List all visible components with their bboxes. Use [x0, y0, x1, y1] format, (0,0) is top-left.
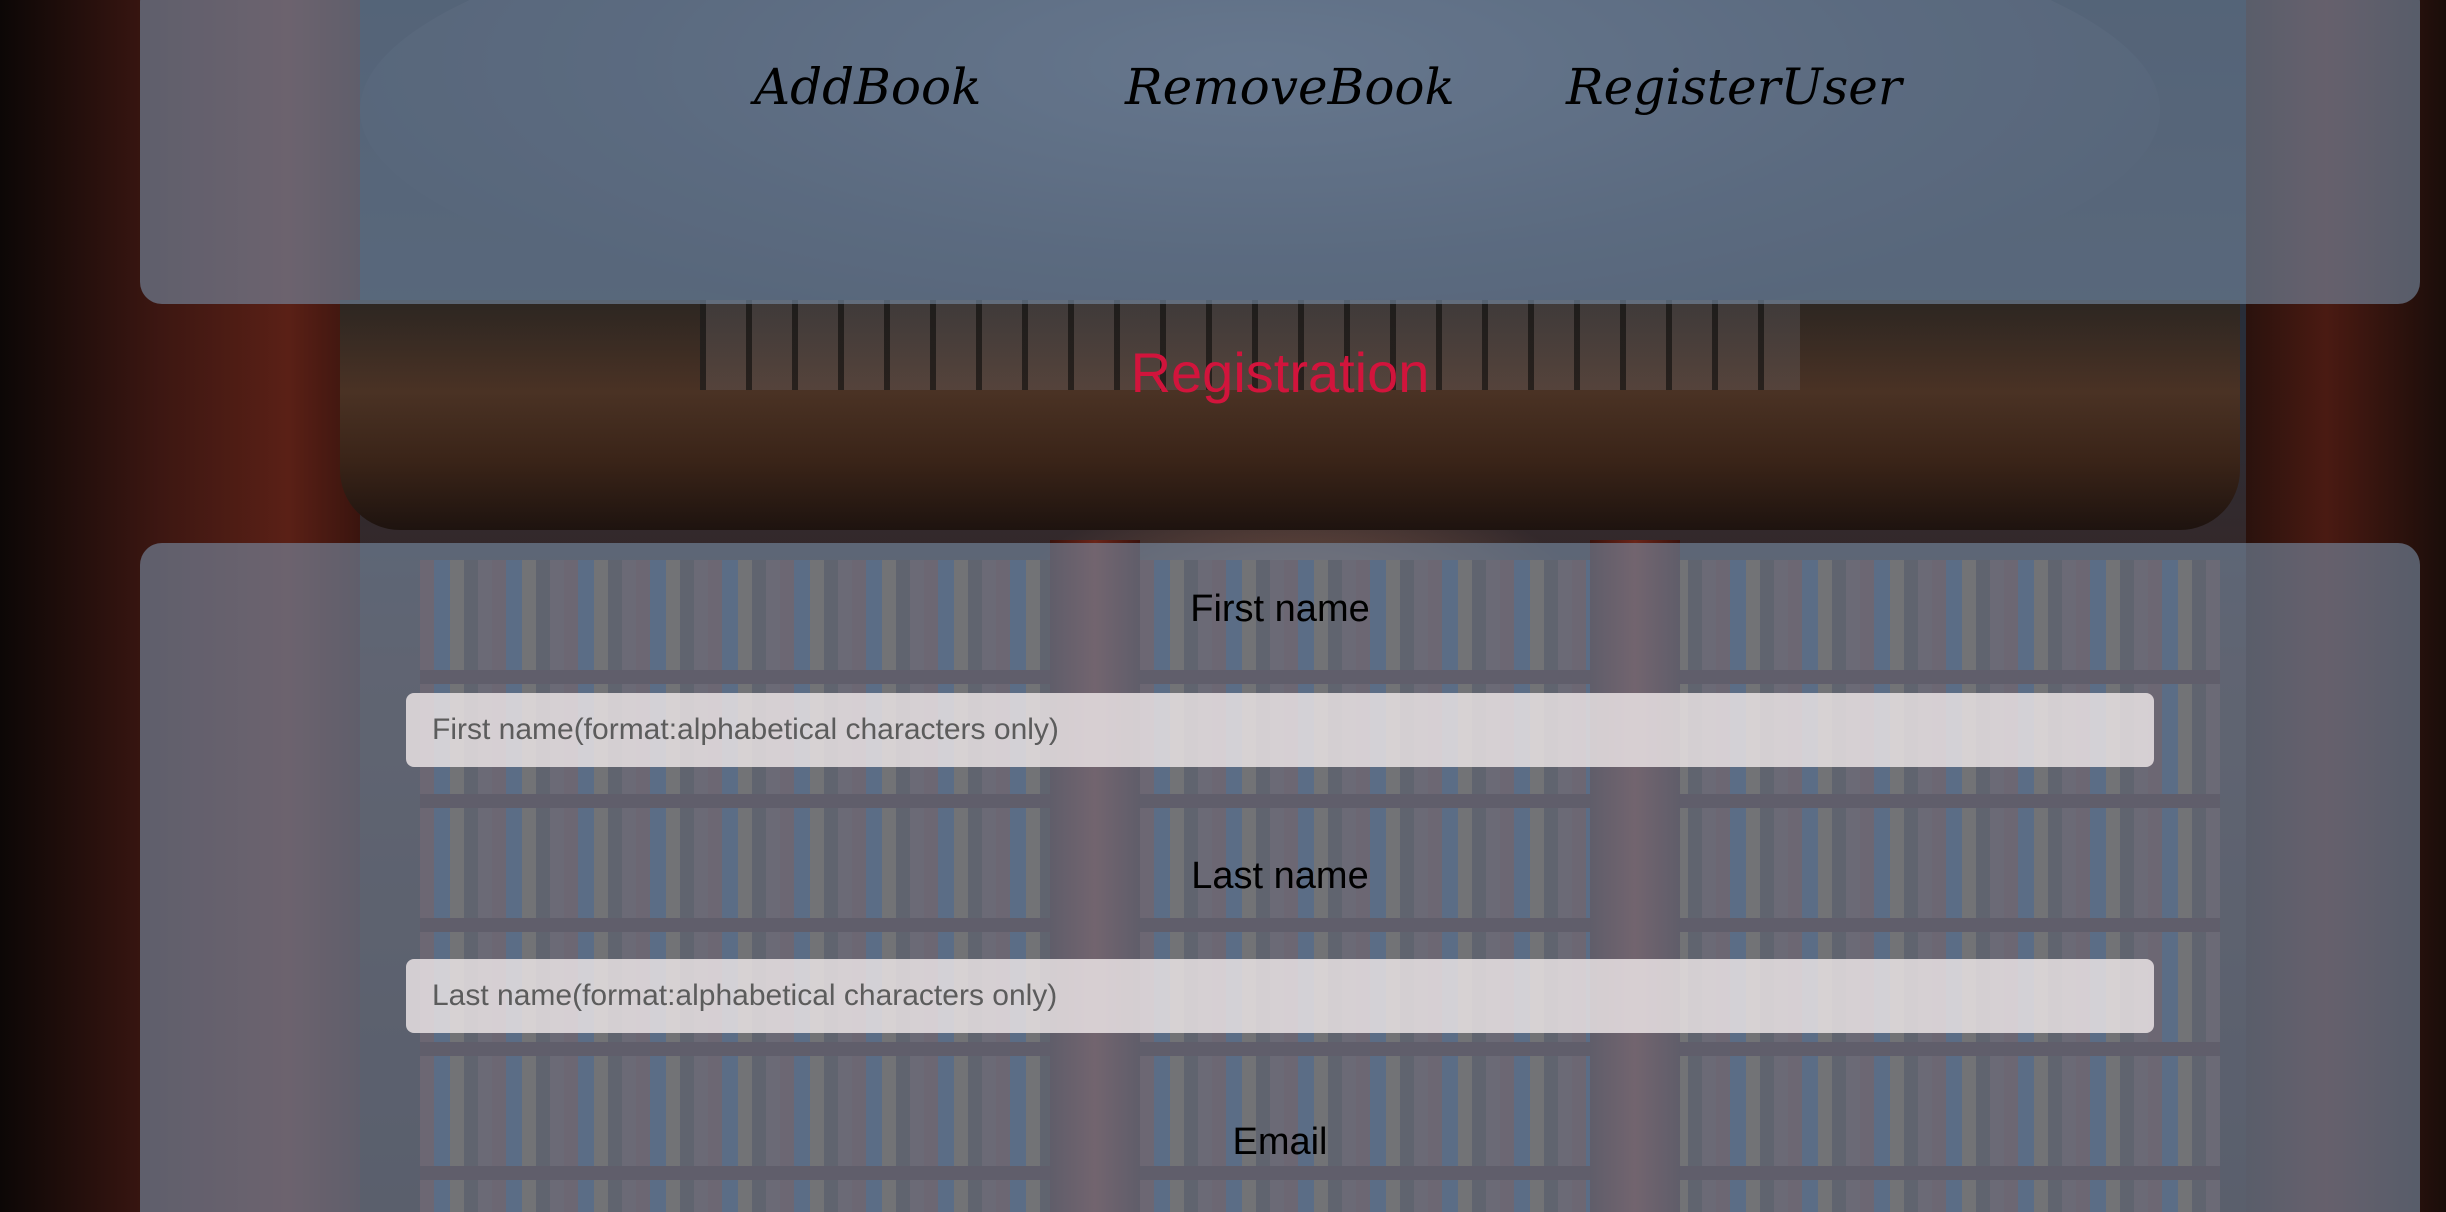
first-name-input[interactable]	[406, 693, 2154, 767]
nav-link-registeruser[interactable]: RegisterUser	[1566, 58, 1902, 116]
first-name-label: First name	[1190, 588, 1370, 630]
last-name-label: Last name	[1191, 855, 1369, 897]
page-title: Registration	[1130, 341, 1430, 404]
top-navigation-panel	[140, 0, 2420, 304]
last-name-input[interactable]	[406, 959, 2154, 1033]
nav-link-removebook[interactable]: RemoveBook	[1125, 58, 1455, 116]
email-label: Email	[1232, 1121, 1328, 1163]
nav-link-addbook[interactable]: AddBook	[754, 58, 981, 116]
